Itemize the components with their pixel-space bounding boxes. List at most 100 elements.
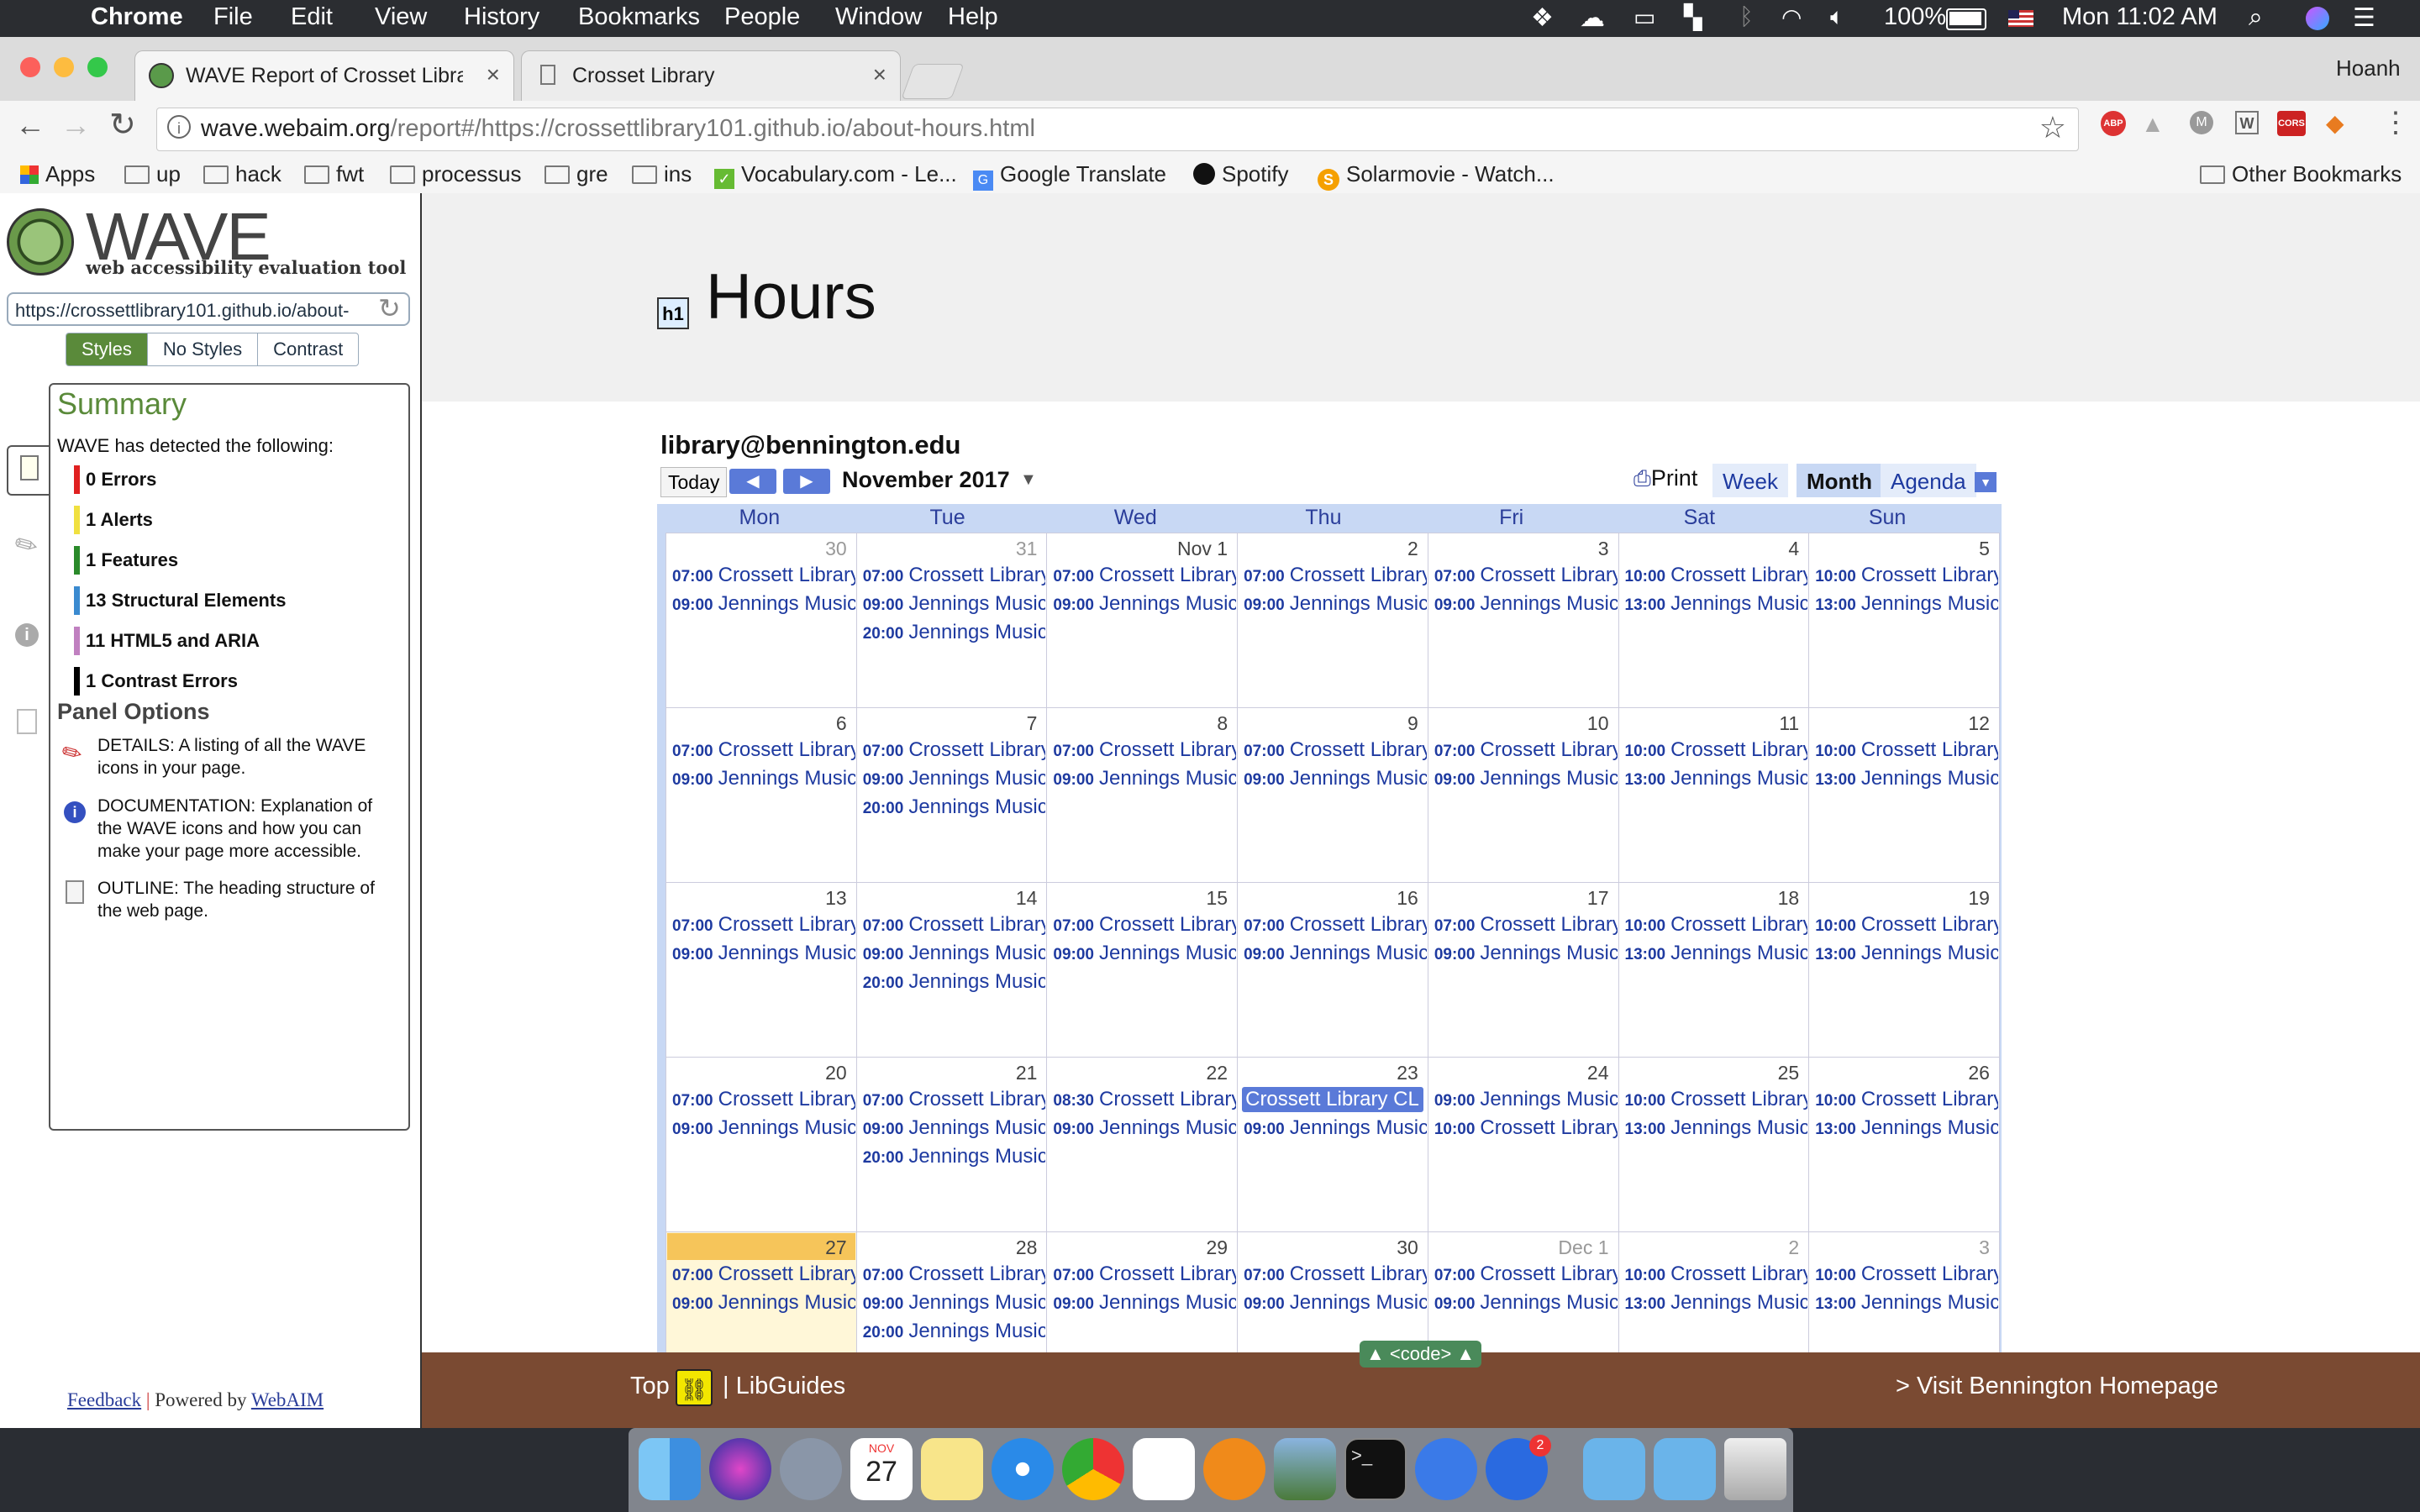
calendar-event[interactable]: 13:00 Jennings Music <box>1620 939 1808 968</box>
site-info-icon[interactable]: i <box>167 115 191 139</box>
calendar-event[interactable]: 09:00 Jennings Music <box>858 939 1046 968</box>
calendar-day-cell[interactable]: 3 10:00 Crossett Library 13:00 Jennings Musi… <box>1808 1231 2000 1352</box>
calendar-event[interactable]: 07:00 Crossett Library <box>1048 1260 1236 1289</box>
calendar-event[interactable]: 10:00 Crossett Library <box>1810 911 1998 939</box>
menu-history[interactable]: History <box>464 3 539 31</box>
calendar-event[interactable]: 07:00 Crossett Library <box>1048 911 1236 939</box>
calendar-day-cell[interactable]: 17 07:00 Crossett Library 09:00 Jennings Mus… <box>1427 882 1619 1058</box>
calendar-day-cell[interactable]: 15 07:00 Crossett Library 09:00 Jennings Mus… <box>1046 882 1239 1058</box>
tab-crosset-library[interactable]: Crosset Library × <box>521 50 901 102</box>
menubar-clock[interactable]: Mon 11:02 AM <box>2062 3 2217 31</box>
launchpad-icon[interactable] <box>780 1438 842 1500</box>
bluetooth-icon[interactable]: ᛒ <box>1739 3 1754 30</box>
summary-tab-icon[interactable] <box>7 445 52 496</box>
calendar-event[interactable]: 10:00 Crossett Library <box>1810 1260 1998 1289</box>
prev-month-icon[interactable]: ◀ <box>729 469 776 494</box>
calendar-day-cell[interactable]: 11 10:00 Crossett Library 13:00 Jennings Mus… <box>1618 707 1810 883</box>
calendar-day-cell[interactable]: 25 10:00 Crossett Library 13:00 Jennings Mus… <box>1618 1057 1810 1232</box>
menu-people[interactable]: People <box>724 3 800 31</box>
styles-button[interactable]: Styles <box>66 333 147 365</box>
calendar-event[interactable]: 09:00 Jennings Music <box>667 939 855 968</box>
calendar-event[interactable]: 20:00 Jennings Music <box>858 1317 1046 1346</box>
spotlight-search-icon[interactable]: ⌕ <box>2249 3 2263 32</box>
calendar-event[interactable]: 13:00 Jennings Music <box>1810 764 1998 793</box>
bookmark-ins[interactable]: ins <box>632 161 692 187</box>
calendar-event[interactable]: 09:00 Jennings Music <box>1429 764 1618 793</box>
reminders-icon[interactable] <box>1133 1438 1195 1500</box>
calendar-day-cell[interactable]: 29 07:00 Crossett Library 09:00 Jennings Mus… <box>1046 1231 1239 1352</box>
new-tab-button[interactable] <box>901 64 965 99</box>
back-arrow-icon[interactable]: ← <box>15 108 45 143</box>
calendar-event[interactable]: 13:00 Jennings Music <box>1810 939 1998 968</box>
footer-top-link[interactable]: Top <box>630 1373 670 1400</box>
calendar-day-cell[interactable]: 2 10:00 Crossett Library 13:00 Jennings Musi… <box>1618 1231 1810 1352</box>
bookmark-google-translate[interactable]: G Google Translate <box>973 161 1166 191</box>
chrome-dock-icon[interactable] <box>1062 1438 1124 1500</box>
calendar-day-cell[interactable]: 24 09:00 Jennings Music 10:00 Crossett Libra… <box>1427 1057 1619 1232</box>
wifi-icon[interactable]: ◠ <box>1781 3 1802 31</box>
calendar-event[interactable]: 13:00 Jennings Music <box>1810 590 1998 618</box>
calendar-day-cell[interactable]: 19 10:00 Crossett Library 13:00 Jennings Mus… <box>1808 882 2000 1058</box>
webaim-link[interactable]: WebAIM <box>251 1389 324 1410</box>
bookmark-star-icon[interactable]: ☆ <box>2039 110 2066 145</box>
calendar-event[interactable]: 13:00 Jennings Music <box>1620 1289 1808 1317</box>
print-button[interactable]: ⎙Print <box>1634 465 1697 492</box>
safari-icon[interactable] <box>992 1438 1054 1500</box>
window-minimize-button[interactable] <box>54 57 74 77</box>
calendar-event[interactable]: 07:00 Crossett Library <box>1239 911 1427 939</box>
calendar-event[interactable]: 07:00 Crossett Library <box>1048 561 1236 590</box>
calendar-event[interactable]: 09:00 Jennings Music <box>1048 939 1236 968</box>
layout-icon[interactable]: ▚ <box>1684 3 1702 31</box>
calendar-event[interactable]: 13:00 Jennings Music <box>1810 1289 1998 1317</box>
view-menu-dropdown-icon[interactable]: ▼ <box>1975 472 1996 492</box>
calendar-event[interactable]: 09:00 Jennings Music <box>1429 939 1618 968</box>
calendar-event[interactable]: 10:00 Crossett Library <box>1810 736 1998 764</box>
calendar-day-cell[interactable]: 30 07:00 Crossett Library 09:00 Jennings Mus… <box>666 533 857 708</box>
calendar-event[interactable]: 09:00 Jennings Music <box>858 590 1046 618</box>
calendar-event[interactable]: 09:00 Jennings Music <box>1429 1289 1618 1317</box>
notes-icon[interactable] <box>921 1438 983 1500</box>
battery-icon[interactable] <box>1946 8 1986 30</box>
calendar-day-cell[interactable]: 16 07:00 Crossett Library 09:00 Jennings Mus… <box>1237 882 1428 1058</box>
calendar-event[interactable]: 09:00 Jennings Music <box>1048 1114 1236 1142</box>
calendar-event[interactable]: 20:00 Jennings Music <box>858 793 1046 822</box>
calendar-event[interactable]: 10:00 Crossett Library <box>1620 911 1808 939</box>
calendar-event[interactable]: 07:00 Crossett Library <box>858 911 1046 939</box>
bookmark-vocabulary[interactable]: ✓ Vocabulary.com - Le... <box>714 161 957 189</box>
calendar-day-cell[interactable]: 6 07:00 Crossett Library 09:00 Jennings Musi… <box>666 707 857 883</box>
calendar-event[interactable]: 08:30 Crossett Library <box>1048 1085 1236 1114</box>
calendar-event[interactable]: 07:00 Crossett Library <box>858 736 1046 764</box>
details-option[interactable]: DETAILS: A listing of all the WAVE icons… <box>97 734 392 780</box>
calendar-event[interactable]: 09:00 Jennings Music <box>1239 1114 1427 1142</box>
calendar-event[interactable]: 07:00 Crossett Library <box>667 736 855 764</box>
today-button[interactable]: Today <box>660 467 728 497</box>
tab-close-icon[interactable]: × <box>487 61 500 88</box>
menubar-app-name[interactable]: Chrome <box>91 3 183 31</box>
calendar-event[interactable]: 09:00 Jennings Music <box>1239 939 1427 968</box>
calendar-event[interactable]: 10:00 Crossett Library <box>1810 1085 1998 1114</box>
window-close-button[interactable] <box>20 57 40 77</box>
calendar-event[interactable]: 07:00 Crossett Library <box>1239 736 1427 764</box>
cors-extension-icon[interactable]: CORS <box>2277 111 2306 136</box>
calendar-event[interactable]: 09:00 Jennings Music <box>1048 764 1236 793</box>
calendar-event[interactable]: 07:00 Crossett Library <box>1239 1260 1427 1289</box>
calendar-day-cell[interactable]: 30 07:00 Crossett Library 09:00 Jennings Mus… <box>1237 1231 1428 1352</box>
calendar-day-cell[interactable]: 20 07:00 Crossett Library 09:00 Jennings Mus… <box>666 1057 857 1232</box>
calendar-event[interactable]: 10:00 Crossett Library <box>1429 1114 1618 1142</box>
volume-icon[interactable]: 🔈︎ <box>1830 3 1844 31</box>
dropbox-icon[interactable]: ❖ <box>1531 3 1554 33</box>
menu-window[interactable]: Window <box>835 3 922 31</box>
app-store-icon[interactable]: 2 <box>1486 1435 1551 1500</box>
bookmark-hack[interactable]: hack <box>203 161 281 187</box>
menu-help[interactable]: Help <box>948 3 998 31</box>
downloads-folder-icon[interactable] <box>1654 1438 1716 1500</box>
calendar-event[interactable]: 13:00 Jennings Music <box>1620 590 1808 618</box>
calendar-day-cell[interactable]: 28 07:00 Crossett Library 09:00 Jennings Mus… <box>855 1231 1048 1352</box>
reload-icon[interactable]: ↻ <box>109 106 136 144</box>
calendar-event[interactable]: 10:00 Crossett Library <box>1620 1260 1808 1289</box>
calendar-day-cell[interactable]: 4 10:00 Crossett Library 13:00 Jennings Musi… <box>1618 533 1810 708</box>
bookmark-gre[interactable]: gre <box>544 161 608 187</box>
bookmark-spotify[interactable]: Spotify <box>1193 161 1289 187</box>
calendar-app-icon[interactable]: NOV 27 <box>850 1438 913 1500</box>
chrome-menu-icon[interactable]: ⋮ <box>2381 106 2410 139</box>
